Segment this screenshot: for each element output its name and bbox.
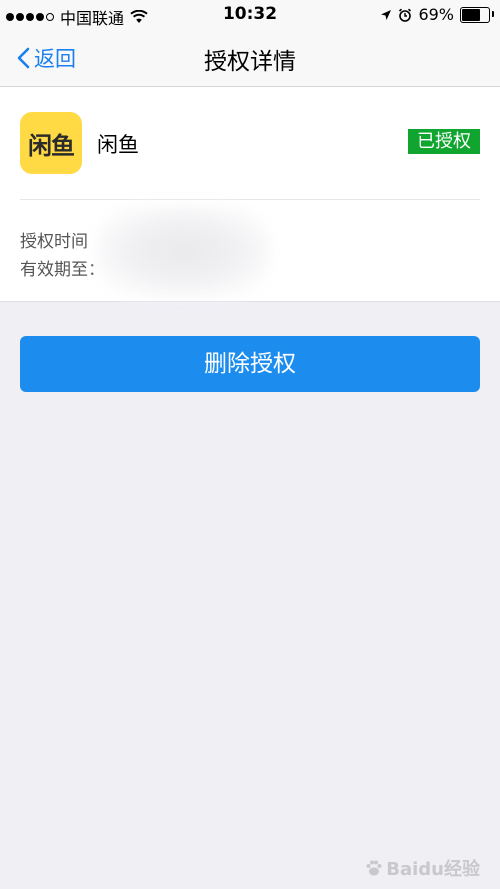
watermark-text: Baidu经验	[386, 859, 480, 880]
status-right: 69%	[380, 5, 494, 24]
app-logo: 闲鱼	[20, 112, 82, 174]
app-name: 闲鱼	[97, 133, 139, 157]
battery-percent: 69%	[418, 5, 454, 24]
page-title: 授权详情	[204, 49, 296, 75]
authorization-card: 闲鱼 闲鱼 已授权 授权时间 有效期至：	[0, 87, 500, 302]
delete-authorization-button[interactable]: 删除授权	[20, 336, 480, 392]
watermark: Baidu经验	[364, 855, 480, 881]
status-bar: 中国联通 10:32 69%	[0, 0, 500, 30]
status-badge: 已授权	[408, 129, 480, 154]
alarm-icon	[399, 8, 412, 22]
divider	[20, 199, 480, 200]
expiry-label: 有效期至：	[20, 260, 105, 280]
battery-fill	[462, 8, 480, 21]
navigation-bar: 返回 授权详情	[0, 30, 500, 87]
redacted-blur	[96, 205, 271, 297]
battery-icon	[460, 6, 494, 23]
app-logo-text: 闲鱼	[28, 131, 75, 160]
paw-icon	[366, 860, 382, 876]
location-icon	[381, 9, 392, 20]
auth-time-label: 授权时间	[20, 232, 88, 252]
